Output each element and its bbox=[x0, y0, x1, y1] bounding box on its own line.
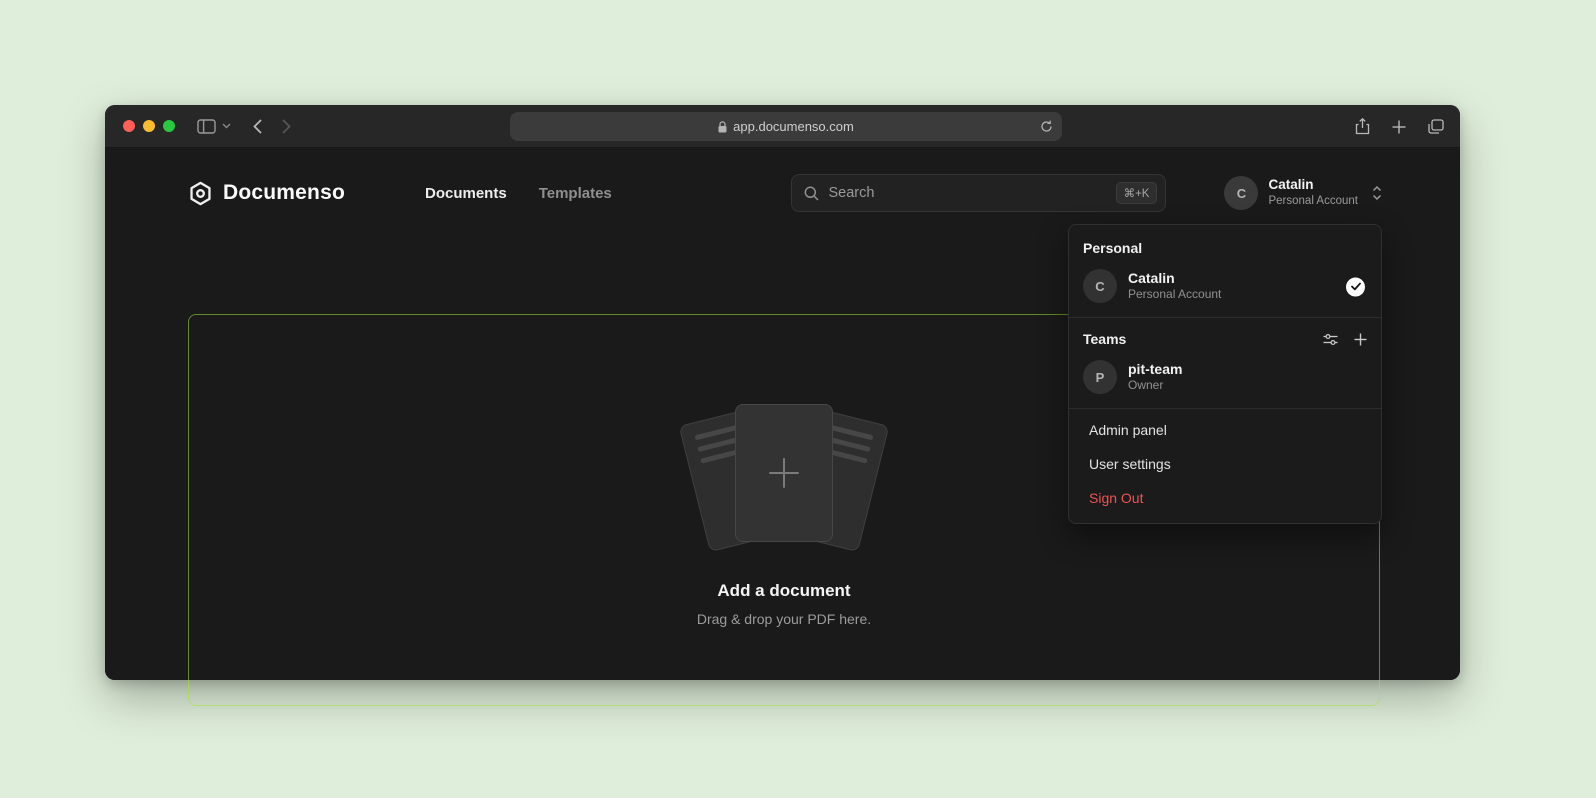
toolbar-right-actions bbox=[1355, 105, 1444, 148]
teams-heading-label: Teams bbox=[1083, 331, 1126, 347]
tab-overview-icon[interactable] bbox=[1428, 119, 1444, 134]
zoom-window-button[interactable] bbox=[163, 120, 175, 132]
team-name: pit-team bbox=[1128, 360, 1182, 378]
new-tab-icon[interactable] bbox=[1392, 120, 1406, 134]
browser-toolbar: app.documenso.com bbox=[105, 105, 1460, 148]
dropzone-title: Add a document bbox=[717, 581, 850, 601]
chevron-up-down-icon bbox=[1372, 185, 1382, 201]
brand-name: Documenso bbox=[223, 181, 345, 205]
search-shortcut-badge: ⌘+K bbox=[1116, 182, 1158, 204]
close-window-button[interactable] bbox=[123, 120, 135, 132]
sidebar-chevron-icon[interactable] bbox=[222, 123, 231, 129]
traffic-lights bbox=[123, 120, 175, 132]
menu-item-admin-panel[interactable]: Admin panel bbox=[1069, 413, 1381, 447]
team-meta: pit-team Owner bbox=[1128, 360, 1182, 394]
teams-section-heading: Teams bbox=[1069, 322, 1381, 353]
documenso-logo-icon bbox=[188, 181, 213, 206]
menu-divider bbox=[1069, 317, 1381, 318]
plus-icon bbox=[769, 458, 799, 488]
share-icon[interactable] bbox=[1355, 118, 1370, 135]
team-avatar: P bbox=[1083, 360, 1117, 394]
team-role: Owner bbox=[1128, 378, 1182, 394]
minimize-window-button[interactable] bbox=[143, 120, 155, 132]
personal-account-item[interactable]: C Catalin Personal Account bbox=[1069, 262, 1381, 313]
browser-window: app.documenso.com bbox=[105, 105, 1460, 680]
teams-actions bbox=[1323, 333, 1367, 346]
search-icon bbox=[804, 186, 819, 201]
reload-icon[interactable] bbox=[1040, 120, 1053, 133]
personal-name: Catalin bbox=[1128, 269, 1221, 287]
team-item[interactable]: P pit-team Owner bbox=[1069, 353, 1381, 404]
address-bar[interactable]: app.documenso.com bbox=[510, 112, 1062, 141]
nav-documents[interactable]: Documents bbox=[425, 185, 507, 202]
search-box[interactable]: ⌘+K bbox=[791, 174, 1166, 212]
selected-check-icon bbox=[1346, 277, 1365, 296]
app-header: Documenso Documents Templates ⌘+K C Cata… bbox=[188, 171, 1382, 215]
document-card-add bbox=[735, 404, 833, 542]
main-nav: Documents Templates bbox=[425, 185, 612, 202]
brand[interactable]: Documenso bbox=[188, 181, 345, 206]
search-input[interactable] bbox=[828, 185, 1115, 201]
avatar: C bbox=[1224, 176, 1258, 210]
forward-button-icon[interactable] bbox=[282, 119, 291, 134]
account-name: Catalin bbox=[1268, 177, 1358, 194]
manage-teams-icon[interactable] bbox=[1323, 333, 1338, 346]
menu-divider bbox=[1069, 408, 1381, 409]
account-dropdown-menu: Personal C Catalin Personal Account Team… bbox=[1068, 224, 1382, 524]
account-meta: Catalin Personal Account bbox=[1268, 177, 1358, 208]
menu-item-user-settings[interactable]: User settings bbox=[1069, 447, 1381, 481]
lock-icon bbox=[718, 121, 727, 133]
personal-subtitle: Personal Account bbox=[1128, 287, 1221, 303]
personal-avatar: C bbox=[1083, 269, 1117, 303]
personal-section-heading: Personal bbox=[1069, 231, 1381, 262]
account-menu-button[interactable]: C Catalin Personal Account bbox=[1224, 176, 1382, 210]
sidebar-toggle-icon[interactable] bbox=[197, 119, 216, 134]
personal-heading-label: Personal bbox=[1083, 240, 1142, 256]
add-team-icon[interactable] bbox=[1354, 333, 1367, 346]
url-text: app.documenso.com bbox=[733, 119, 854, 134]
personal-meta: Catalin Personal Account bbox=[1128, 269, 1221, 303]
menu-item-sign-out[interactable]: Sign Out bbox=[1069, 481, 1381, 515]
account-subtitle: Personal Account bbox=[1268, 194, 1358, 208]
nav-templates[interactable]: Templates bbox=[539, 185, 612, 202]
back-button-icon[interactable] bbox=[253, 119, 262, 134]
document-stack-illustration bbox=[679, 401, 889, 551]
dropzone-subtitle: Drag & drop your PDF here. bbox=[697, 611, 871, 627]
